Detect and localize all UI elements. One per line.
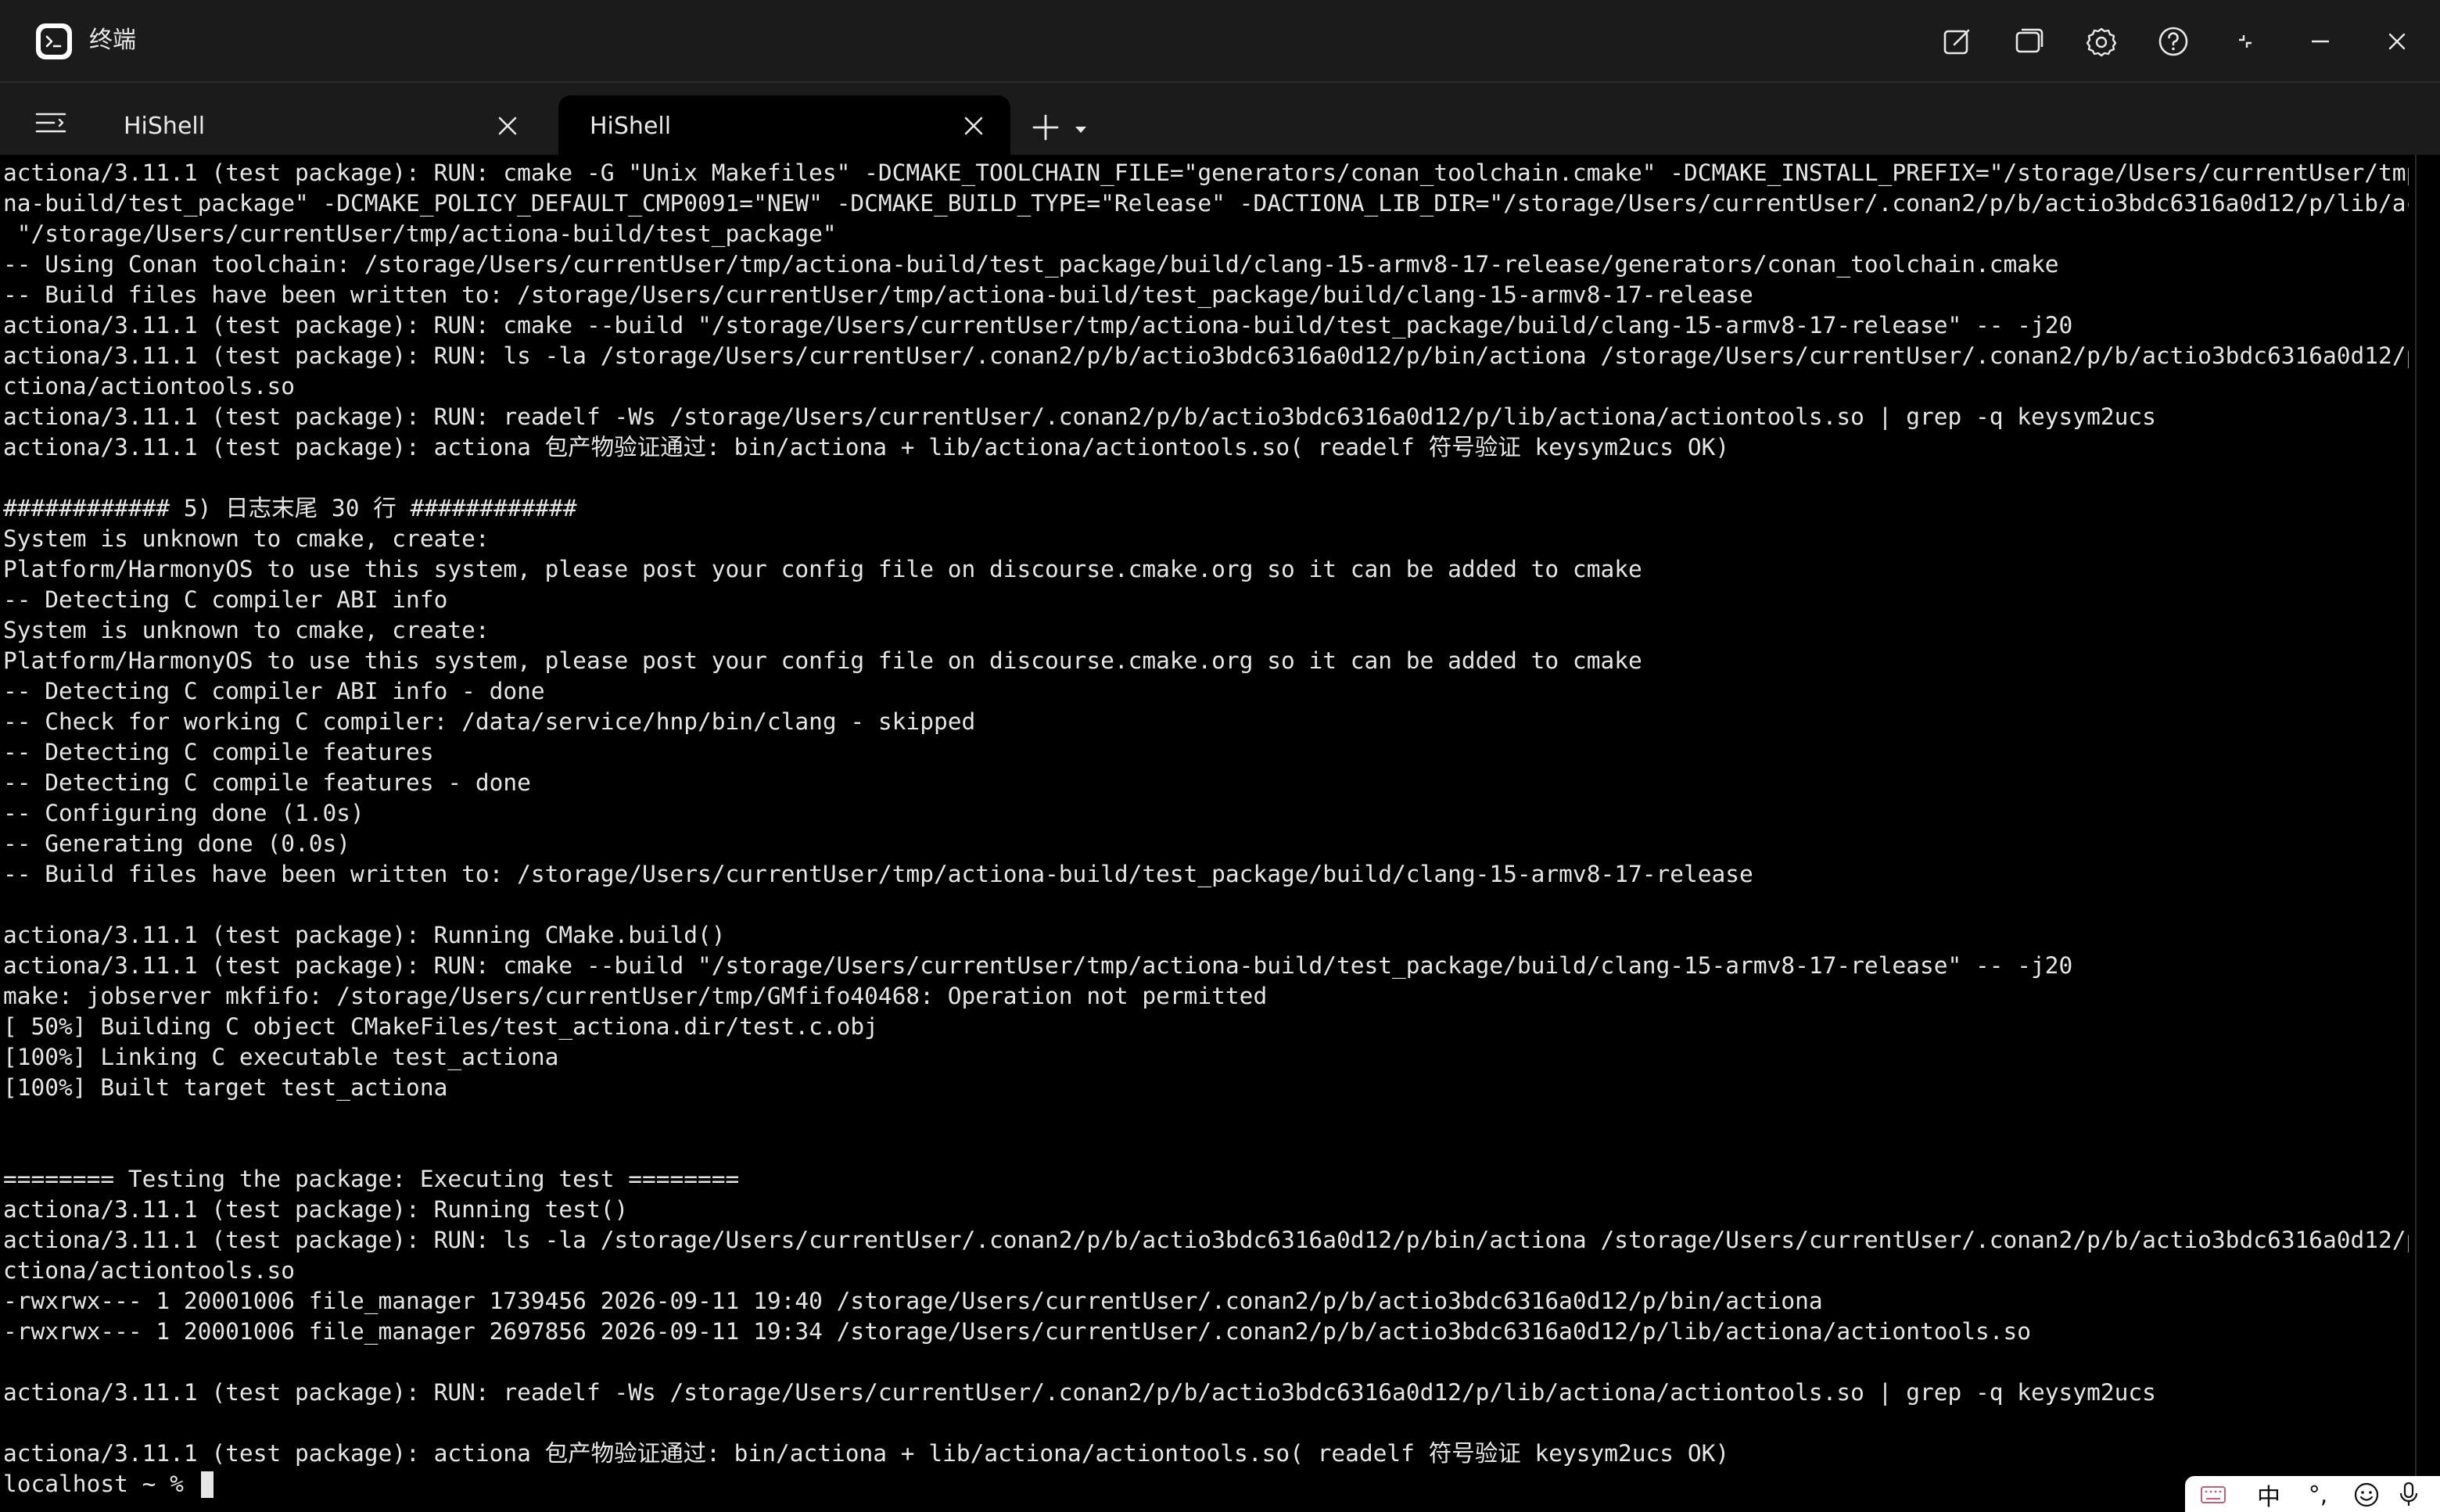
terminal-line: -- Check for working C compiler: /data/s… — [3, 708, 976, 735]
terminal-line: -rwxrwx--- 1 20001006 file_manager 17394… — [3, 1288, 1823, 1314]
help-button[interactable] — [2152, 20, 2194, 63]
menu-icon — [35, 113, 66, 133]
terminal-line: actiona/3.11.1 (test package): actiona 包… — [3, 1440, 1730, 1467]
terminal-app-icon — [36, 23, 72, 59]
terminal-line: actiona/3.11.1 (test package): RUN: cmak… — [3, 952, 2073, 979]
ime-voice-button[interactable] — [2390, 1479, 2427, 1510]
scrollbar[interactable] — [2415, 155, 2440, 1512]
fullscreen-icon — [2239, 35, 2252, 48]
close-icon — [498, 116, 517, 135]
terminal-line: actiona/3.11.1 (test package): actiona 包… — [3, 434, 1730, 460]
ime-punctuation-toggle[interactable]: °, — [2295, 1479, 2341, 1510]
tab-label: HiShell — [590, 113, 672, 140]
gear-icon — [2086, 27, 2117, 57]
ime-emoji-button[interactable] — [2348, 1479, 2385, 1510]
terminal-line: System is unknown to cmake, create: — [3, 617, 490, 643]
keyboard-icon — [2201, 1486, 2226, 1503]
terminal-window: 终端 HiShell HiShell actiona/3.11.1 (test … — [0, 0, 2440, 1512]
terminal-line: -- Detecting C compiler ABI info - done — [3, 678, 545, 704]
new-tab-dropdown-button[interactable] — [1071, 120, 1090, 139]
terminal-line: Platform/HarmonyOS to use this system, p… — [3, 556, 1642, 582]
terminal-line: ############ 5) 日志末尾 30 行 ############ — [3, 495, 577, 521]
ime-toolbar: 中 °, — [2185, 1476, 2440, 1512]
terminal-line: [ 50%] Building C object CMakeFiles/test… — [3, 1013, 878, 1040]
terminal-line: -- Build files have been written to: /st… — [3, 861, 1753, 887]
tab-menu-button[interactable] — [31, 103, 70, 142]
terminal-line: ======== Testing the package: Executing … — [3, 1166, 740, 1192]
ime-keyboard-button[interactable] — [2196, 1479, 2230, 1510]
terminal-line: actiona/3.11.1 (test package): RUN: ls -… — [3, 1227, 2409, 1253]
tab-bar: HiShell HiShell — [0, 81, 2440, 156]
close-tab-button[interactable] — [956, 108, 992, 144]
text-cursor — [200, 1471, 214, 1498]
terminal-line: [100%] Built target test_actiona — [3, 1074, 448, 1101]
ime-mode-label: 中 — [2257, 1484, 2280, 1511]
close-icon — [964, 116, 983, 135]
terminal-line: -- Using Conan toolchain: /storage/Users… — [3, 251, 2059, 278]
terminal-line: actiona/3.11.1 (test package): RUN: read… — [3, 1379, 2156, 1406]
terminal-line: -- Detecting C compile features — [3, 739, 434, 765]
terminal-line: -- Detecting C compile features - done — [3, 769, 531, 796]
fullscreen-button[interactable] — [2224, 20, 2266, 63]
terminal-line: [100%] Linking C executable test_actiona — [3, 1044, 559, 1070]
terminal-line: -- Configuring done (1.0s) — [3, 800, 364, 826]
terminal-line: Platform/HarmonyOS to use this system, p… — [3, 647, 1642, 674]
terminal-line: -- Build files have been written to: /st… — [3, 281, 1753, 308]
emoji-icon — [2354, 1482, 2379, 1507]
terminal-line: -- Detecting C compiler ABI info — [3, 586, 448, 613]
minimize-button[interactable] — [2299, 20, 2341, 63]
terminal-line: System is unknown to cmake, create: — [3, 525, 490, 552]
window-title: 终端 — [89, 27, 136, 54]
terminal-line: actiona/3.11.1 (test package): RUN: read… — [3, 403, 2156, 430]
terminal-line: actiona/3.11.1 (test package): RUN: ls -… — [3, 342, 2409, 369]
terminal-line: "/storage/Users/currentUser/tmp/actiona-… — [3, 220, 837, 247]
compose-icon — [1943, 29, 1970, 55]
minimize-icon — [2312, 40, 2329, 43]
title-bar: 终端 — [0, 0, 2440, 81]
compose-button[interactable] — [1936, 20, 1979, 63]
terminal-line: -- Generating done (0.0s) — [3, 830, 351, 857]
close-tab-button[interactable] — [490, 108, 526, 144]
terminal-line: make: jobserver mkfifo: /storage/Users/c… — [3, 983, 1268, 1009]
tab-label: HiShell — [124, 113, 206, 140]
settings-button[interactable] — [2080, 20, 2122, 63]
terminal-lines: actiona/3.11.1 (test package): RUN: cmak… — [3, 158, 2409, 1499]
plus-icon — [1032, 114, 1059, 141]
terminal-line: actiona/3.11.1 (test package): Running t… — [3, 1196, 629, 1223]
terminal-line: actiona/3.11.1 (test package): RUN: cmak… — [3, 159, 2409, 186]
prompt-line[interactable]: localhost ~ % — [3, 1469, 2409, 1499]
mic-icon — [2399, 1482, 2418, 1506]
terminal-output[interactable]: actiona/3.11.1 (test package): RUN: cmak… — [0, 155, 2440, 1512]
tab-hishell-2-active[interactable]: HiShell — [558, 95, 1010, 156]
terminal-line: ctiona/actiontools.so — [3, 373, 295, 399]
terminal-line: -rwxrwx--- 1 20001006 file_manager 26978… — [3, 1318, 2032, 1345]
window-icon — [2015, 28, 2044, 53]
terminal-line: na-build/test_package" -DCMAKE_POLICY_DE… — [3, 190, 2409, 217]
new-window-button[interactable] — [2008, 20, 2051, 63]
tab-hishell-1[interactable]: HiShell — [92, 95, 544, 156]
new-tab-button[interactable] — [1026, 108, 1065, 147]
ime-punct-label: °, — [2308, 1481, 2328, 1509]
shell-prompt: localhost ~ % — [3, 1471, 198, 1497]
terminal-line: actiona/3.11.1 (test package): RUN: cmak… — [3, 312, 2073, 339]
terminal-line: actiona/3.11.1 (test package): Running C… — [3, 922, 726, 948]
help-icon — [2158, 27, 2188, 56]
ime-mode-toggle[interactable]: 中 — [2249, 1479, 2288, 1511]
close-icon — [2388, 33, 2406, 50]
close-window-button[interactable] — [2376, 20, 2418, 63]
terminal-line: ctiona/actiontools.so — [3, 1257, 295, 1284]
caret-down-icon — [1075, 127, 1086, 133]
